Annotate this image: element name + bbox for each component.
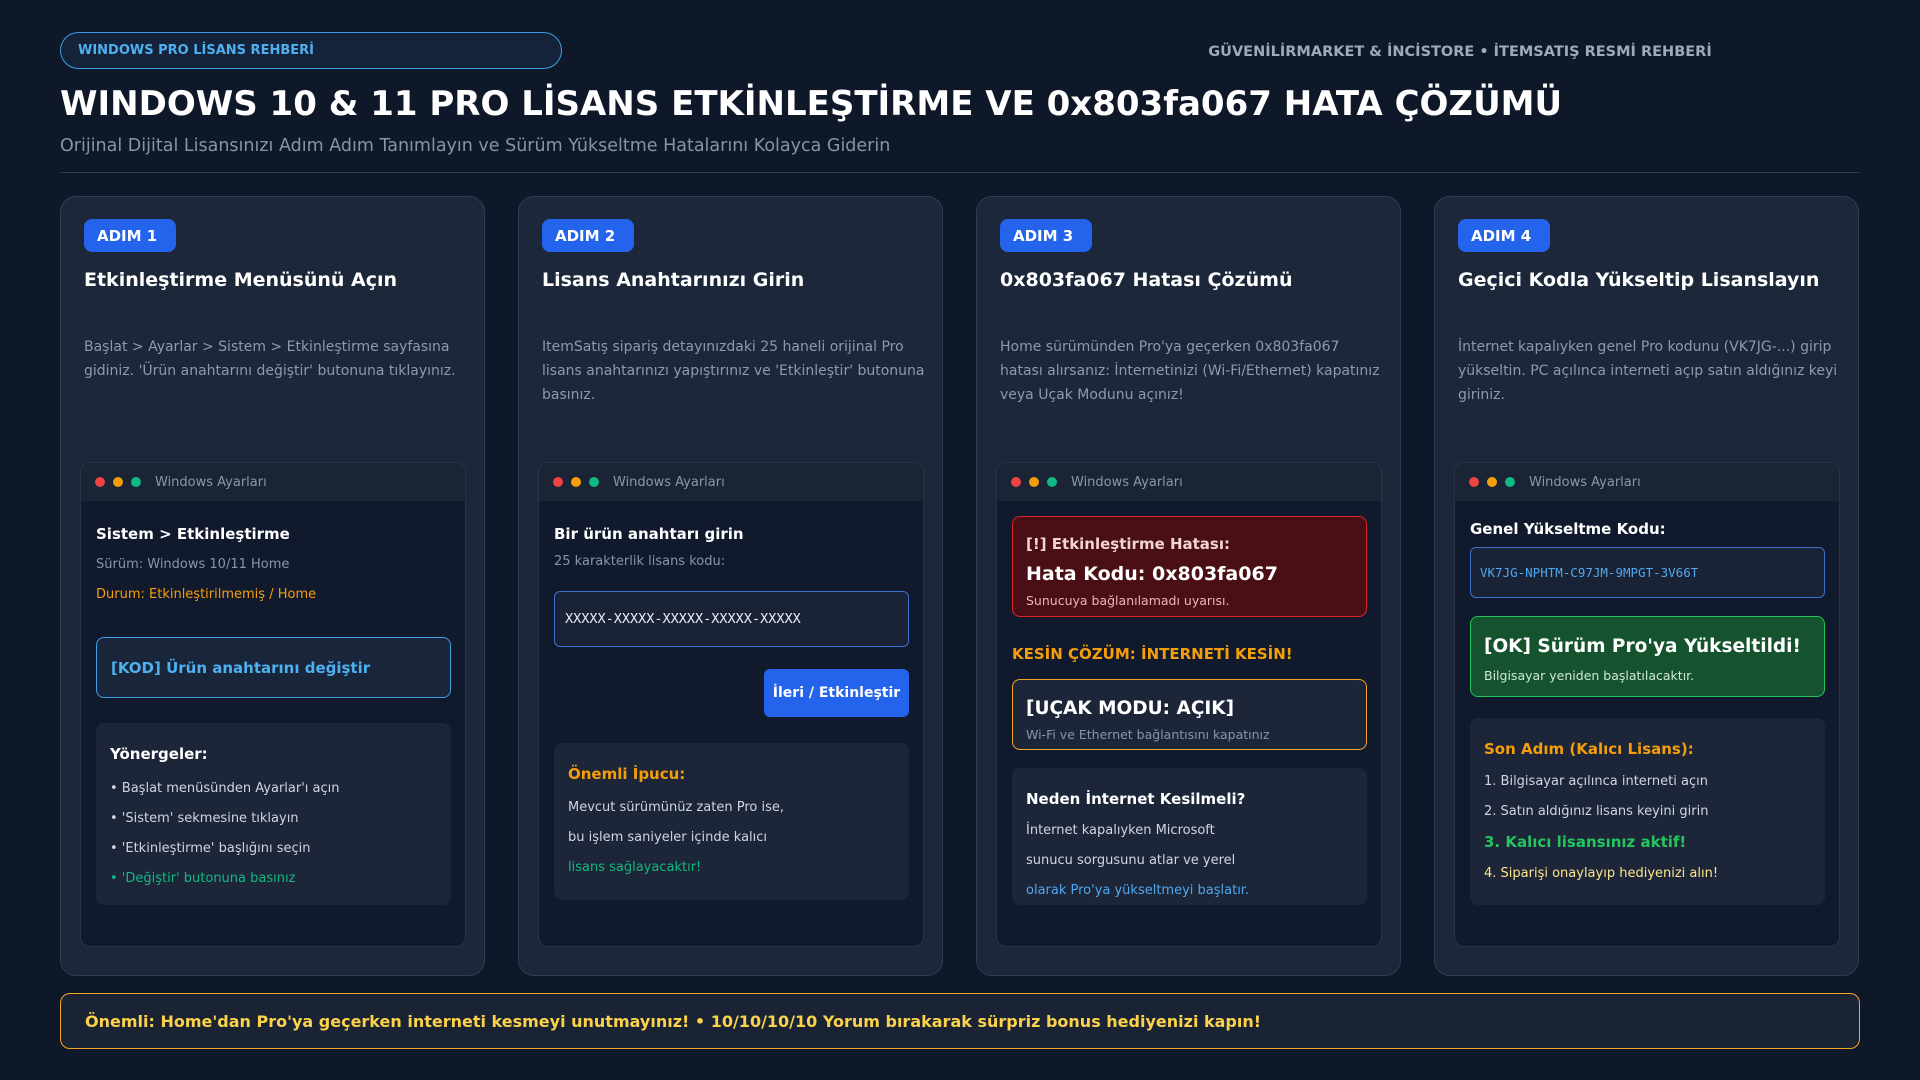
window-titlebar: Windows Ayarları: [1455, 463, 1839, 501]
tip-line: bu işlem saniyeler içinde kalıcı: [568, 830, 768, 845]
step-description: Home sürümünden Pro'ya geçerken 0x803fa0…: [1000, 339, 1380, 403]
step-description: Başlat > Ayarlar > Sistem > Etkinleştirm…: [84, 339, 456, 379]
maximize-dot-icon: [1505, 477, 1515, 487]
header-divider: [60, 172, 1860, 173]
upgrade-code-field[interactable]: VK7JG-NPHTM-C97JM-9MPGT-3V66T: [1470, 547, 1825, 598]
product-key-value: XXXXX-XXXXX-XXXXX-XXXXX-XXXXX: [565, 611, 801, 627]
step-title: Etkinleştirme Menüsünü Açın: [84, 269, 398, 291]
tip-panel: Önemli İpucu: Mevcut sürümünüz zaten Pro…: [554, 743, 909, 900]
airplane-mode-toggle[interactable]: [UÇAK MODU: AÇIK] Wi-Fi ve Ethernet bağl…: [1012, 679, 1367, 750]
solution-heading: KESİN ÇÖZÜM: İNTERNETİ KESİN!: [1012, 645, 1293, 663]
reason-line: sunucu sorgusunu atlar ve yerel: [1026, 853, 1236, 868]
window-title: Windows Ayarları: [155, 474, 267, 490]
dialog-subtitle: 25 karakterlik lisans kodu:: [554, 554, 726, 569]
step-title: 0x803fa067 Hatası Çözümü: [1000, 269, 1293, 291]
minimize-dot-icon: [571, 477, 581, 487]
window-titlebar: Windows Ayarları: [539, 463, 923, 501]
settings-window-mock: Windows Ayarları Bir ürün anahtarı girin…: [538, 462, 924, 947]
dialog-title: Bir ürün anahtarı girin: [554, 525, 744, 543]
settings-window-mock: Windows Ayarları Genel Yükseltme Kodu: V…: [1454, 462, 1840, 947]
reason-line: İnternet kapalıyken Microsoft: [1026, 823, 1215, 838]
error-box: [!] Etkinleştirme Hatası: Hata Kodu: 0x8…: [1012, 516, 1367, 617]
version-text: Sürüm: Windows 10/11 Home: [96, 557, 290, 572]
next-activate-label: İleri / Etkinleştir: [772, 685, 901, 701]
maximize-dot-icon: [131, 477, 141, 487]
error-code: Hata Kodu: 0x803fa067: [1026, 563, 1278, 585]
list-item: • 'Etkinleştirme' başlığını seçin: [110, 841, 311, 856]
window-title: Windows Ayarları: [1071, 474, 1183, 490]
step-title: Lisans Anahtarınızı Girin: [542, 269, 805, 291]
instructions-title: Yönergeler:: [110, 745, 208, 763]
settings-window-mock: Windows Ayarları Sistem > Etkinleştirme …: [80, 462, 466, 947]
list-item: 2. Satın aldığınız lisans keyini girin: [1484, 804, 1709, 819]
list-item: 3. Kalıcı lisansınız aktif!: [1484, 833, 1687, 851]
reason-line: olarak Pro'ya yükseltmeyi başlatır.: [1026, 883, 1250, 898]
success-subtitle: Bilgisayar yeniden başlatılacaktır.: [1484, 668, 1695, 683]
window-titlebar: Windows Ayarları: [81, 463, 465, 501]
upgrade-code-value: VK7JG-NPHTM-C97JM-9MPGT-3V66T: [1480, 565, 1699, 580]
window-title: Windows Ayarları: [613, 474, 725, 490]
tip-line: lisans sağlayacaktır!: [568, 860, 702, 875]
window-title: Windows Ayarları: [1529, 474, 1641, 490]
list-item: 1. Bilgisayar açılınca interneti açın: [1484, 774, 1708, 789]
reason-title: Neden İnternet Kesilmeli?: [1026, 790, 1246, 808]
close-dot-icon: [553, 477, 563, 487]
close-dot-icon: [1011, 477, 1021, 487]
page-title: WINDOWS 10 & 11 PRO LİSANS ETKİNLEŞTİRME…: [60, 84, 1563, 124]
airplane-mode-subtitle: Wi-Fi ve Ethernet bağlantısını kapatınız: [1026, 727, 1270, 742]
change-product-key-button[interactable]: [KOD] Ürün anahtarını değiştir: [96, 637, 451, 698]
step-badge: ADIM 1: [84, 219, 176, 252]
step-card-2: ADIM 2 Lisans Anahtarınızı Girin ItemSat…: [518, 196, 943, 976]
maximize-dot-icon: [589, 477, 599, 487]
instructions-panel: Yönergeler: • Başlat menüsünden Ayarlar'…: [96, 723, 451, 905]
step-description: İnternet kapalıyken genel Pro kodunu (VK…: [1458, 339, 1838, 403]
store-label: GÜVENİLİRMARKET & İNCİSTORE • İTEMSATIŞ …: [1208, 44, 1712, 60]
upgrade-code-label: Genel Yükseltme Kodu:: [1470, 520, 1666, 538]
list-item: • 'Sistem' sekmesine tıklayın: [110, 811, 299, 826]
airplane-mode-title: [UÇAK MODU: AÇIK]: [1026, 698, 1235, 719]
minimize-dot-icon: [1029, 477, 1039, 487]
step-description: ItemSatış sipariş detayınızdaki 25 hanel…: [542, 339, 925, 403]
page-subtitle: Orijinal Dijital Lisansınızı Adım Adım T…: [60, 136, 891, 156]
next-activate-button[interactable]: İleri / Etkinleştir: [764, 669, 909, 717]
step-title: Geçici Kodla Yükseltip Lisanslayın: [1458, 269, 1820, 291]
list-item: • 'Değiştir' butonuna basınız: [110, 871, 296, 886]
close-dot-icon: [95, 477, 105, 487]
step-badge: ADIM 3: [1000, 219, 1092, 252]
important-notice-banner: Önemli: Home'dan Pro'ya geçerken interne…: [60, 993, 1860, 1049]
step-card-1: ADIM 1 Etkinleştirme Menüsünü Açın Başla…: [60, 196, 485, 976]
tip-title: Önemli İpucu:: [568, 765, 686, 783]
tip-line: Mevcut sürümünüz zaten Pro ise,: [568, 800, 784, 815]
success-title: [OK] Sürüm Pro'ya Yükseltildi!: [1484, 636, 1801, 657]
step-card-3: ADIM 3 0x803fa067 Hatası Çözümü Home sür…: [976, 196, 1401, 976]
change-key-label: [KOD] Ürün anahtarını değiştir: [111, 658, 371, 677]
step-badge: ADIM 2: [542, 219, 634, 252]
guide-badge: WINDOWS PRO LİSANS REHBERİ: [60, 32, 562, 69]
success-box: [OK] Sürüm Pro'ya Yükseltildi! Bilgisaya…: [1470, 616, 1825, 697]
close-dot-icon: [1469, 477, 1479, 487]
product-key-input[interactable]: XXXXX-XXXXX-XXXXX-XXXXX-XXXXX: [554, 591, 909, 647]
section-heading: Sistem > Etkinleştirme: [96, 525, 290, 543]
reason-panel: Neden İnternet Kesilmeli? İnternet kapal…: [1012, 768, 1367, 905]
minimize-dot-icon: [113, 477, 123, 487]
activation-status: Durum: Etkinleştirilmemiş / Home: [96, 587, 317, 602]
final-step-panel: Son Adım (Kalıcı Lisans): 1. Bilgisayar …: [1470, 718, 1825, 905]
error-subtitle: Sunucuya bağlanılamadı uyarısı.: [1026, 593, 1230, 608]
window-titlebar: Windows Ayarları: [997, 463, 1381, 501]
step-card-4: ADIM 4 Geçici Kodla Yükseltip Lisanslayı…: [1434, 196, 1859, 976]
settings-window-mock: Windows Ayarları [!] Etkinleştirme Hatas…: [996, 462, 1382, 947]
maximize-dot-icon: [1047, 477, 1057, 487]
list-item: • Başlat menüsünden Ayarlar'ı açın: [110, 781, 340, 796]
final-step-title: Son Adım (Kalıcı Lisans):: [1484, 740, 1694, 758]
step-badge: ADIM 4: [1458, 219, 1550, 252]
list-item: 4. Siparişi onaylayıp hediyenizi alın!: [1484, 866, 1719, 881]
error-title: [!] Etkinleştirme Hatası:: [1026, 535, 1231, 553]
minimize-dot-icon: [1487, 477, 1497, 487]
